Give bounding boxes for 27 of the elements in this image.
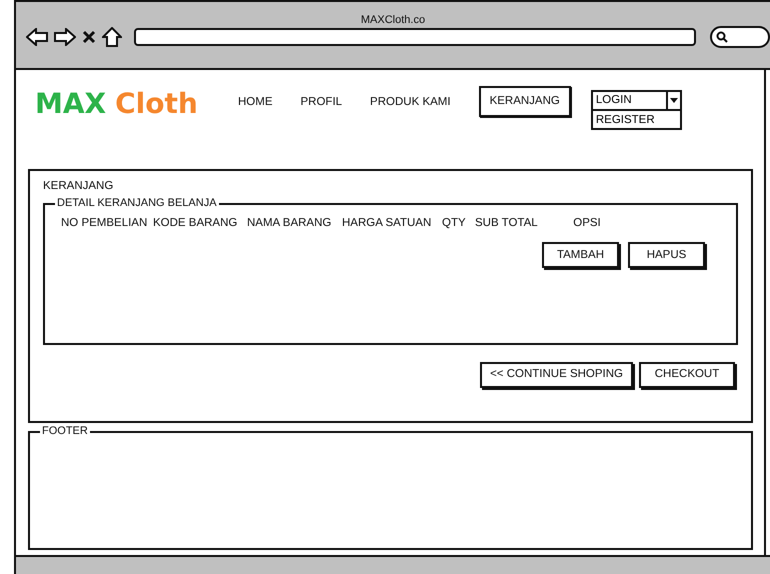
search-icon	[716, 31, 728, 43]
search-field[interactable]	[710, 26, 770, 48]
nav-link[interactable]: PROFIL	[300, 94, 342, 110]
column-header: KODE BARANG	[153, 216, 238, 231]
action-button[interactable]: CHECKOUT	[639, 362, 735, 388]
logo-text: MAX	[35, 87, 106, 121]
caret-icon	[670, 98, 678, 103]
action-button[interactable]: << CONTINUE SHOPING	[480, 362, 633, 388]
column-header: SUB TOTAL	[475, 216, 539, 231]
nav-link[interactable]: HOME	[238, 94, 272, 110]
action-button[interactable]: HAPUS	[628, 242, 705, 268]
nav-link[interactable]: KERANJANG	[478, 86, 571, 117]
nav-link[interactable]: PRODUK KAMI	[370, 94, 451, 110]
back-icon[interactable]	[26, 28, 48, 46]
column-header: NAMA BARANG	[247, 216, 332, 231]
close-icon[interactable]	[82, 30, 96, 44]
column-header: NO PEMBELIAN	[61, 216, 148, 231]
window-title: MAXCloth.co	[360, 13, 426, 26]
column-header: QTY	[442, 216, 467, 231]
logo-text: Cloth	[115, 87, 198, 121]
dropdown-option[interactable]: REGISTER	[590, 111, 682, 130]
action-button[interactable]: TAMBAH	[542, 242, 619, 268]
column-header: HARGA SATUAN	[342, 216, 432, 231]
forward-icon[interactable]	[54, 28, 76, 46]
section-title: KERANJANG	[43, 179, 114, 193]
login-dropdown[interactable]: LOGIN	[590, 90, 682, 111]
home-icon[interactable]	[102, 27, 122, 47]
